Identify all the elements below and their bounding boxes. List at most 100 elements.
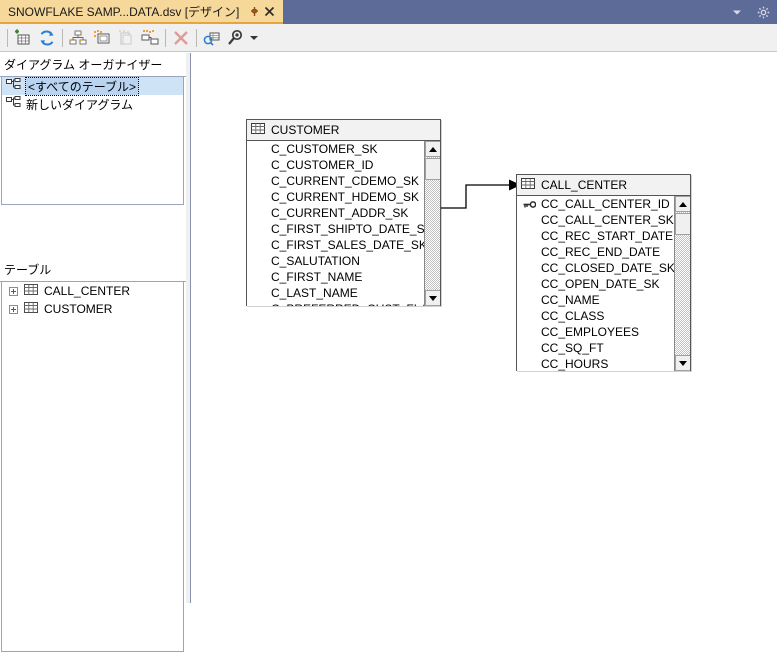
main-toolbar — [0, 24, 777, 52]
column-name: CC_CALL_CENTER_ID — [541, 197, 670, 211]
column-row[interactable]: CC_NAME — [517, 292, 690, 308]
arrange-tables-button[interactable] — [66, 26, 90, 50]
column-row[interactable]: CC_CLASS — [517, 308, 690, 324]
column-name: C_CURRENT_CDEMO_SK — [271, 174, 419, 188]
scrollbar-thumb[interactable] — [675, 213, 690, 235]
document-tab[interactable]: SNOWFLAKE SAMP...DATA.dsv [デザイン] — [0, 0, 283, 24]
delete-button[interactable] — [169, 26, 193, 50]
primary-key-icon — [523, 200, 537, 209]
column-row[interactable]: CC_EMPLOYEES — [517, 324, 690, 340]
table-grid-icon — [24, 284, 38, 298]
column-name: C_FIRST_SHIPTO_DATE_SK — [271, 222, 433, 236]
table-shape-customer[interactable]: CUSTOMER C_CUSTOMER_SKC_CUSTOMER_ID C_CUR… — [246, 119, 441, 306]
chevron-down-icon[interactable] — [729, 4, 745, 20]
column-row[interactable]: C_CURRENT_HDEMO_SK — [247, 189, 440, 205]
hide-table-button[interactable] — [114, 26, 138, 50]
column-row[interactable]: C_FIRST_NAME — [247, 269, 440, 285]
sidebar-item-new-diagram[interactable]: 新しいダイアグラム — [2, 95, 183, 113]
column-name: C_CURRENT_HDEMO_SK — [271, 190, 419, 204]
window-titlebar: SNOWFLAKE SAMP...DATA.dsv [デザイン] — [0, 0, 777, 24]
sidebar-item-label: 新しいダイアグラム — [26, 96, 133, 113]
table-grid-icon — [24, 302, 38, 316]
column-row[interactable]: CC_CALL_CENTER_SK — [517, 212, 690, 228]
pin-icon[interactable] — [247, 2, 262, 20]
column-row[interactable]: CC_HOURS — [517, 356, 690, 371]
column-name: C_PREFERRED_CUST_FLAG — [271, 302, 438, 306]
column-row[interactable]: CC_REC_END_DATE — [517, 244, 690, 260]
sidebar-item-all-tables[interactable]: <すべてのテーブル> — [2, 77, 183, 95]
tables-panel: テーブル CALL_CENTER — [0, 258, 186, 603]
arrow-down-icon — [429, 296, 437, 301]
column-row[interactable]: C_CUSTOMER_SK — [247, 141, 440, 157]
scroll-down-button[interactable] — [675, 355, 690, 371]
table-shape-columns: CC_CALL_CENTER_IDCC_CALL_CENTER_SKCC_REC… — [517, 196, 690, 371]
scrollbar-thumb[interactable] — [425, 158, 440, 180]
column-row[interactable]: C_FIRST_SHIPTO_DATE_SK — [247, 221, 440, 237]
column-row[interactable]: C_LAST_NAME — [247, 285, 440, 301]
toolbar-separator — [196, 29, 197, 47]
column-row[interactable]: C_PREFERRED_CUST_FLAG — [247, 301, 440, 306]
toolbar-separator — [7, 29, 8, 47]
table-grid-icon — [521, 178, 535, 192]
titlebar-controls — [729, 0, 777, 24]
diagram-organizer-tree: <すべてのテーブル> 新しいダイアグラム — [1, 77, 184, 205]
diagram-icon — [6, 78, 21, 94]
column-name: CC_REC_START_DATE — [541, 229, 673, 243]
vertical-scrollbar[interactable] — [674, 196, 690, 371]
toolbar-separator — [165, 29, 166, 47]
column-name: C_FIRST_SALES_DATE_SK — [271, 238, 427, 252]
scroll-up-button[interactable] — [675, 196, 690, 212]
column-row[interactable]: CC_REC_START_DATE — [517, 228, 690, 244]
table-tree-item-customer[interactable]: CUSTOMER — [2, 300, 183, 318]
diagram-icon — [6, 96, 21, 112]
column-name: CC_REC_END_DATE — [541, 245, 660, 259]
column-name: CC_CLASS — [541, 309, 604, 323]
magnifier-button[interactable] — [224, 26, 248, 50]
column-row[interactable]: C_CUSTOMER_ID — [247, 157, 440, 173]
column-row[interactable]: CC_SQ_FT — [517, 340, 690, 356]
related-tables-button[interactable] — [90, 26, 114, 50]
scroll-down-button[interactable] — [425, 290, 440, 306]
table-shape-call-center[interactable]: CALL_CENTER CC_CALL_CENTER_IDCC_CALL_CEN… — [516, 174, 691, 371]
table-grid-icon — [251, 123, 265, 137]
refresh-button[interactable] — [35, 26, 59, 50]
new-diagram-button[interactable] — [138, 26, 162, 50]
zoom-fit-button[interactable] — [200, 26, 224, 50]
column-row[interactable]: CC_CALL_CENTER_ID — [517, 196, 690, 212]
table-shape-header[interactable]: CALL_CENTER — [517, 175, 690, 196]
toolbar-separator — [62, 29, 63, 47]
column-row[interactable]: CC_OPEN_DATE_SK — [517, 276, 690, 292]
add-table-button[interactable] — [11, 26, 35, 50]
diagram-canvas[interactable]: CUSTOMER C_CUSTOMER_SKC_CUSTOMER_ID C_CUR… — [190, 53, 777, 603]
column-name: C_LAST_NAME — [271, 286, 358, 300]
close-icon[interactable] — [262, 2, 277, 20]
column-row[interactable]: C_FIRST_SALES_DATE_SK — [247, 237, 440, 253]
column-row[interactable]: C_CURRENT_CDEMO_SK — [247, 173, 440, 189]
table-shape-header[interactable]: CUSTOMER — [247, 120, 440, 141]
column-name: C_CURRENT_ADDR_SK — [271, 206, 408, 220]
gear-icon[interactable] — [755, 4, 771, 20]
diagram-organizer-header: ダイアグラム オーガナイザー — [0, 53, 186, 77]
document-tab-label: SNOWFLAKE SAMP...DATA.dsv [デザイン] — [8, 3, 247, 20]
expander-plus-icon[interactable] — [9, 305, 18, 314]
sidebar-item-label: <すべてのテーブル> — [26, 78, 138, 95]
column-name: C_CUSTOMER_ID — [271, 158, 373, 172]
column-name: CC_EMPLOYEES — [541, 325, 639, 339]
table-tree-item-call-center[interactable]: CALL_CENTER — [2, 282, 183, 300]
table-tree-item-label: CUSTOMER — [44, 302, 112, 316]
vertical-scrollbar[interactable] — [424, 141, 440, 306]
table-tree-item-label: CALL_CENTER — [44, 284, 130, 298]
table-shape-title: CUSTOMER — [271, 123, 339, 137]
tables-header: テーブル — [0, 258, 186, 282]
column-row[interactable]: C_CURRENT_ADDR_SK — [247, 205, 440, 221]
expander-plus-icon[interactable] — [9, 287, 18, 296]
column-row[interactable]: C_SALUTATION — [247, 253, 440, 269]
scroll-up-button[interactable] — [425, 141, 440, 157]
arrow-down-icon — [679, 361, 687, 366]
column-row[interactable]: CC_CLOSED_DATE_SK — [517, 260, 690, 276]
magnifier-dropdown-arrow-icon[interactable] — [248, 26, 260, 50]
column-name: CC_NAME — [541, 293, 600, 307]
column-name: CC_HOURS — [541, 357, 608, 371]
tables-tree: CALL_CENTER CUSTOMER — [1, 282, 184, 652]
table-shape-columns: C_CUSTOMER_SKC_CUSTOMER_ID C_CURRENT_CDEM… — [247, 141, 440, 306]
